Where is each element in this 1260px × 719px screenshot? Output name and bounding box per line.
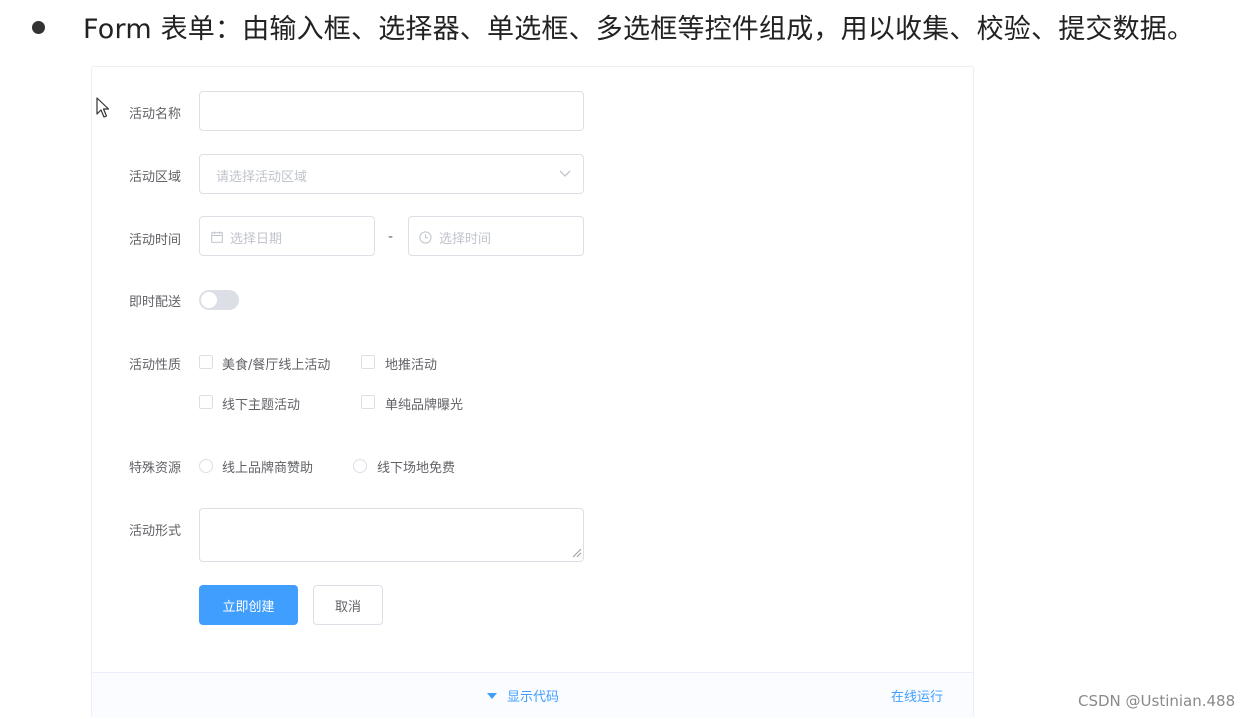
time-picker-input[interactable]: 选择时间 <box>408 216 584 256</box>
chevron-down-icon <box>559 170 571 177</box>
checkbox-ground-promo[interactable] <box>361 355 375 369</box>
activity-form-textarea[interactable] <box>199 508 584 562</box>
switch-knob <box>201 292 217 308</box>
calendar-icon <box>211 231 223 243</box>
label-activity-region: 活动区域 <box>129 170 182 185</box>
cancel-button[interactable]: 取消 <box>313 585 383 625</box>
run-online-link[interactable]: 在线运行 <box>891 686 943 705</box>
label-special-resource: 特殊资源 <box>129 461 182 476</box>
label-activity-form: 活动形式 <box>129 524 182 539</box>
instant-delivery-switch[interactable] <box>199 290 239 310</box>
checkbox-label-ground-promo[interactable]: 地推活动 <box>385 354 437 373</box>
region-placeholder: 请选择活动区域 <box>216 170 308 185</box>
heading-text: Form 表单：由输入框、选择器、单选框、多选框等控件组成，用以收集、校验、提交… <box>83 13 1195 45</box>
radio-free-venue[interactable] <box>353 459 367 473</box>
activity-region-select[interactable]: 请选择活动区域 <box>199 154 584 194</box>
time-separator: - <box>388 229 394 245</box>
caret-down-icon <box>487 692 497 699</box>
checkbox-label-offline-theme[interactable]: 线下主题活动 <box>222 394 300 413</box>
mouse-cursor-icon <box>96 97 110 118</box>
checkbox-brand-exposure[interactable] <box>361 395 375 409</box>
label-activity-time: 活动时间 <box>129 233 182 248</box>
checkbox-food-online[interactable] <box>199 355 213 369</box>
radio-label-free-venue[interactable]: 线下场地免费 <box>377 457 455 476</box>
checkbox-label-food-online[interactable]: 美食/餐厅线上活动 <box>222 354 330 373</box>
resize-handle-icon[interactable] <box>572 548 582 558</box>
show-code-label: 显示代码 <box>507 690 560 705</box>
show-code-toggle[interactable]: 显示代码 <box>487 686 559 705</box>
watermark: CSDN @Ustinian.488 <box>1078 692 1236 710</box>
radio-label-brand-sponsor[interactable]: 线上品牌商赞助 <box>222 457 313 476</box>
activity-name-input[interactable] <box>199 91 584 131</box>
label-activity-name: 活动名称 <box>129 107 182 122</box>
radio-brand-sponsor[interactable] <box>199 459 213 473</box>
create-button[interactable]: 立即创建 <box>199 585 298 625</box>
date-placeholder: 选择日期 <box>230 232 283 247</box>
checkbox-label-brand-exposure[interactable]: 单纯品牌曝光 <box>385 394 463 413</box>
bullet-heading: Form 表单：由输入框、选择器、单选框、多选框等控件组成，用以收集、校验、提交… <box>32 6 1194 46</box>
time-placeholder: 选择时间 <box>439 232 492 247</box>
clock-icon <box>419 231 432 244</box>
date-picker-input[interactable]: 选择日期 <box>199 216 375 256</box>
bullet-dot <box>32 20 45 34</box>
label-instant-delivery: 即时配送 <box>129 295 182 310</box>
checkbox-offline-theme[interactable] <box>199 395 213 409</box>
label-activity-type: 活动性质 <box>129 358 182 373</box>
